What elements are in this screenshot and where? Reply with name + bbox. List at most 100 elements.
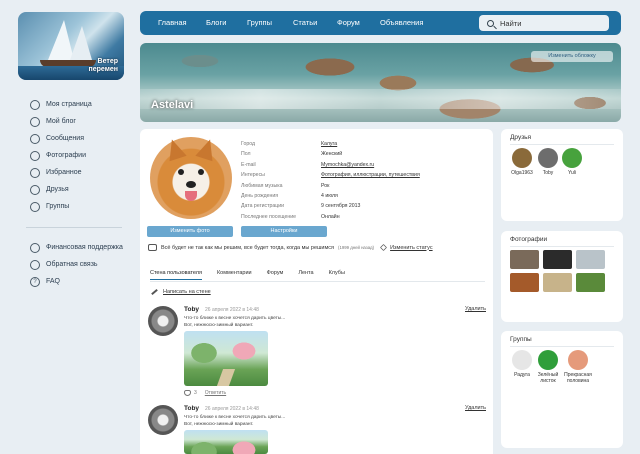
info-row-last-visit: Последнее посещение Онлайн bbox=[241, 213, 340, 220]
topnav-forum[interactable]: Форум bbox=[337, 18, 360, 27]
profile-username: Astelavi bbox=[151, 99, 194, 111]
search-input[interactable] bbox=[500, 18, 600, 28]
group-avatar bbox=[512, 350, 532, 370]
info-row-interests: Интересы Фотография, иллюстрации, путешес… bbox=[241, 170, 471, 180]
divider bbox=[510, 246, 614, 247]
topnav-groups[interactable]: Группы bbox=[247, 18, 272, 27]
settings-button[interactable]: Настройки bbox=[241, 226, 327, 237]
change-photo-button[interactable]: Изменить фото bbox=[147, 226, 233, 237]
wall-post: Toby 26 апреля 2022 в 14:48 Удалить Что-… bbox=[148, 306, 488, 401]
profile-cover: Изменить обложку Astelavi bbox=[140, 43, 621, 122]
tab-forum[interactable]: Форум bbox=[267, 270, 284, 280]
photo-thumbnail[interactable] bbox=[576, 273, 605, 292]
divider bbox=[510, 346, 614, 347]
email-link[interactable]: Mymochka@yandex.ru bbox=[321, 160, 374, 170]
change-cover-button[interactable]: Изменить обложку bbox=[531, 51, 613, 62]
post-date: 26 апреля 2022 в 14:48 bbox=[205, 307, 259, 313]
tab-clubs[interactable]: Клубы bbox=[329, 270, 345, 280]
friends-icon bbox=[30, 184, 40, 195]
tab-feed[interactable]: Лента bbox=[298, 270, 313, 280]
photo-thumbnail[interactable] bbox=[543, 250, 572, 269]
search-icon bbox=[487, 19, 494, 27]
photo-thumbnail[interactable] bbox=[510, 250, 539, 269]
profile-main-card: Изменить фото Настройки Город Калуга Пол Ж… bbox=[140, 129, 493, 454]
post-author[interactable]: Toby bbox=[184, 405, 199, 412]
city-link[interactable]: Калуга bbox=[321, 139, 337, 149]
post-author[interactable]: Toby bbox=[184, 306, 199, 313]
profile-tabs: Стена пользователя Комментарии Форум Лен… bbox=[150, 270, 360, 280]
status-age: (1999 дней назад) bbox=[338, 245, 375, 250]
info-row-birthday: День рождения 4 июля bbox=[241, 192, 338, 199]
friend-item[interactable]: Yuli bbox=[559, 148, 585, 176]
topnav-articles[interactable]: Статьи bbox=[293, 18, 317, 27]
heart-icon[interactable] bbox=[184, 390, 191, 396]
like-count: 3 bbox=[194, 390, 197, 396]
message-icon bbox=[30, 133, 40, 144]
post-image[interactable] bbox=[184, 430, 268, 454]
delete-post-link[interactable]: Удалить bbox=[465, 405, 486, 411]
speech-bubble-icon bbox=[148, 244, 157, 251]
sidebar-item-favorites[interactable]: Избранное bbox=[30, 164, 126, 181]
photo-thumbnail[interactable] bbox=[543, 273, 572, 292]
sidebar-item-photos[interactable]: Фотографии bbox=[30, 147, 126, 164]
info-row-email: E-mail Mymochka@yandex.ru bbox=[241, 160, 471, 170]
dog-nose bbox=[186, 181, 196, 188]
sidebar-item-my-blog[interactable]: Мой блог bbox=[30, 113, 126, 130]
site-logo[interactable]: Ветер перемен bbox=[18, 12, 124, 80]
post-image[interactable] bbox=[184, 331, 268, 386]
photo-thumbnail[interactable] bbox=[576, 250, 605, 269]
groups-card: Группы Радуга Зелёный листок Прекрасная … bbox=[501, 331, 623, 448]
author-avatar[interactable] bbox=[148, 306, 178, 336]
heart-icon bbox=[30, 167, 40, 178]
write-on-wall-link[interactable]: Написать на стене bbox=[151, 288, 211, 296]
photo-thumbnail[interactable] bbox=[510, 273, 539, 292]
reply-link[interactable]: Ответить bbox=[205, 390, 226, 396]
profile-avatar[interactable] bbox=[150, 136, 232, 219]
search-box[interactable] bbox=[479, 15, 609, 31]
group-avatar bbox=[568, 350, 588, 370]
dog-ear bbox=[163, 136, 187, 162]
status-line: Всё будет не так как мы решим, все будет… bbox=[148, 244, 488, 251]
photo-icon bbox=[30, 150, 40, 161]
author-avatar[interactable] bbox=[148, 405, 178, 435]
water-foam bbox=[140, 89, 621, 109]
pencil-icon bbox=[151, 288, 158, 296]
delete-post-link[interactable]: Удалить bbox=[465, 306, 486, 312]
top-navigation-bar: Главная Блоги Группы Статьи Форум Объявл… bbox=[140, 11, 621, 35]
interests-link[interactable]: Фотография, иллюстрации, путешествия bbox=[321, 170, 420, 180]
sidebar-item-feedback[interactable]: Обратная связь bbox=[30, 256, 126, 273]
group-item[interactable]: Зелёный листок bbox=[533, 350, 563, 384]
group-item[interactable]: Прекрасная половина bbox=[563, 350, 593, 384]
sidebar-item-faq[interactable]: ? FAQ bbox=[30, 273, 126, 290]
photos-title: Фотографии bbox=[510, 236, 548, 243]
sail-shape bbox=[70, 26, 92, 60]
friend-avatar bbox=[512, 148, 532, 168]
sidebar-item-friends[interactable]: Друзья bbox=[30, 181, 126, 198]
topnav-blogs[interactable]: Блоги bbox=[206, 18, 226, 27]
topnav-home[interactable]: Главная bbox=[158, 18, 187, 27]
tab-comments[interactable]: Комментарии bbox=[217, 270, 252, 280]
tab-user-wall[interactable]: Стена пользователя bbox=[150, 270, 202, 280]
friend-item[interactable]: Toby bbox=[535, 148, 561, 176]
logo-text: Ветер перемен bbox=[88, 57, 119, 73]
info-row-gender: Пол Женский bbox=[241, 151, 343, 158]
profile-info: Город Калуга Пол Женский E-mail Mymochka@ya… bbox=[241, 139, 471, 222]
dog-eye bbox=[178, 169, 184, 175]
post-actions: 3 Ответить bbox=[184, 390, 226, 396]
friend-avatar bbox=[562, 148, 582, 168]
friends-title: Друзья bbox=[510, 134, 532, 141]
sidebar-item-groups[interactable]: Группы bbox=[30, 198, 126, 215]
friends-card: Друзья Olga1963 Toby Yuli bbox=[501, 129, 623, 221]
feedback-icon bbox=[30, 259, 40, 270]
info-row-city: Город Калуга bbox=[241, 139, 471, 149]
change-status-link[interactable]: Изменить статус bbox=[390, 245, 433, 251]
sidebar-item-my-page[interactable]: Моя страница bbox=[30, 96, 126, 113]
divider bbox=[510, 144, 614, 145]
groups-title: Группы bbox=[510, 336, 532, 343]
post-text: Что-то ближе к весне хочется дарить цвет… bbox=[184, 415, 286, 427]
sidebar-item-financial-support[interactable]: Финансовая поддержка bbox=[30, 239, 126, 256]
garden-path bbox=[216, 369, 236, 386]
topnav-ads[interactable]: Объявления bbox=[380, 18, 423, 27]
friend-item[interactable]: Olga1963 bbox=[509, 148, 535, 176]
sidebar-item-messages[interactable]: Сообщения bbox=[30, 130, 126, 147]
